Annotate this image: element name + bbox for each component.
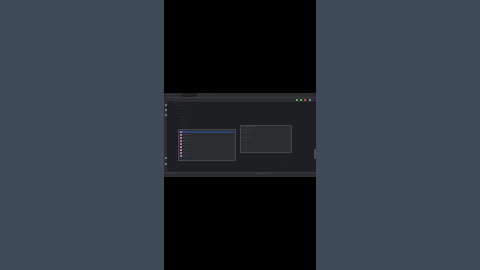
doc-line: ····· ······ ······ [242,130,253,131]
right-background-panel [316,0,480,270]
doc-line: ······· [242,141,247,142]
property-icon [180,152,182,154]
activation-watermark: ···· ····· [282,165,288,166]
autocomplete-popup: ········ ······· ······ ········· ······… [178,129,236,161]
code-line: ····· [178,114,183,115]
status-right: ···· ··· ···· ···· [256,174,266,175]
code-line: ···· [180,117,184,118]
left-background-panel [0,0,164,270]
completion-item[interactable]: ······ [180,143,188,146]
doc-link[interactable]: ···· ···· [243,146,248,147]
completion-item[interactable]: ······· [180,134,189,137]
code-line: ······ ····· [176,106,188,107]
ide-window: ····· ······· ···· ····· ··· ···· ······… [164,93,316,177]
property-icon [180,143,182,145]
editor-scrollbar[interactable] [313,101,316,173]
property-icon [180,134,182,136]
completion-item[interactable]: ········ [180,146,190,149]
doc-line: ······ ····· [242,133,249,134]
code-line: ······ [176,109,182,110]
completion-item[interactable]: ····· [180,152,187,155]
line-number-gutter [167,101,174,173]
doc-line: ········ ···· ······ [242,138,253,139]
completion-item-selected[interactable]: ········ [180,131,234,134]
completion-item[interactable]: ······· [180,149,189,152]
scrollbar-thumb[interactable] [313,149,316,159]
documentation-popup: ···· ········ ····· ···· ····· ······ ··… [240,125,292,153]
completion-item[interactable]: ········· [180,140,191,143]
doc-line: ···· ········ ····· ···· [242,127,255,128]
status-left: ···· ··· [166,174,171,175]
property-icon [180,137,182,139]
code-line: ··· ···· [174,103,182,104]
status-bar: ···· ··· ···· ··· ···· ···· [164,172,316,177]
property-icon [180,149,182,151]
property-icon [180,131,182,133]
completion-item[interactable]: ········ [180,155,190,158]
code-line: ······ [180,120,186,121]
property-icon [180,146,182,148]
completion-item[interactable]: ······ [180,137,188,140]
property-icon [180,155,182,157]
property-icon [180,140,182,142]
code-line: ······· [180,123,187,124]
